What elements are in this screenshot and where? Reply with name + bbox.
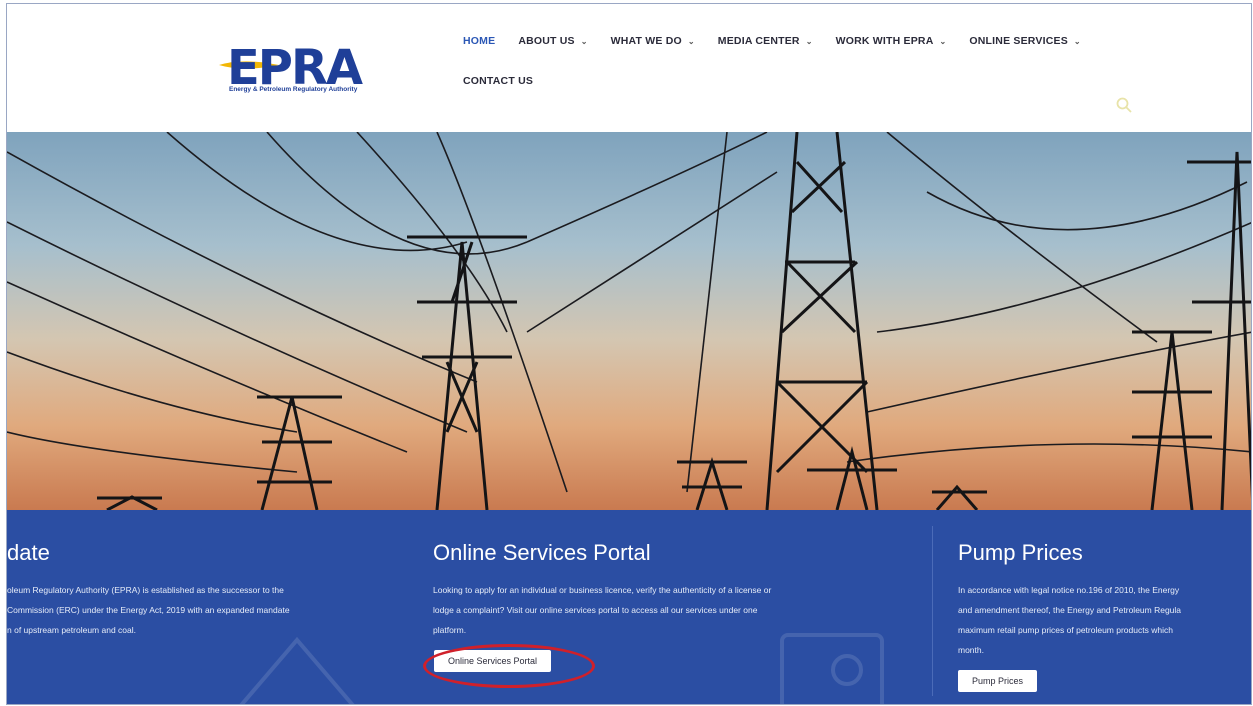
chevron-down-icon: ⌄ bbox=[1073, 36, 1081, 46]
online-services-title: Online Services Portal bbox=[433, 540, 651, 565]
nav-row-2: CONTACT US bbox=[463, 70, 1163, 92]
mandate-title: date bbox=[7, 540, 50, 565]
logo-subtitle: Energy & Petroleum Regulatory Authority bbox=[229, 86, 358, 93]
chevron-down-icon: ⌄ bbox=[805, 36, 813, 46]
nav-item-home[interactable]: HOME bbox=[463, 35, 495, 47]
nav-label: ABOUT US bbox=[518, 35, 575, 47]
pump-prices-line: and amendment thereof, the Energy and Pe… bbox=[958, 605, 1182, 615]
annotation-highlight-ellipse bbox=[423, 644, 595, 688]
nav-item-online-services[interactable]: ONLINE SERVICES ⌄ bbox=[969, 35, 1080, 47]
nav-label: HOME bbox=[463, 35, 496, 47]
online-services-line: lodge a complaint? Visit our online serv… bbox=[433, 605, 758, 615]
pump-prices-section: Pump Prices In accordance with legal not… bbox=[958, 540, 1181, 692]
column-divider bbox=[932, 526, 933, 696]
online-services-line: platform. bbox=[433, 625, 467, 635]
house-watermark-icon bbox=[239, 636, 355, 704]
pump-prices-button[interactable]: Pump Prices bbox=[958, 670, 1038, 692]
nav-row-1: HOME ABOUT US ⌄ WHAT WE DO ⌄ MEDIA CENTE… bbox=[463, 30, 1163, 52]
nav-label: WHAT WE DO bbox=[610, 35, 682, 47]
nav-label: CONTACT US bbox=[463, 75, 534, 87]
browser-frame: EPRA Energy & Petroleum Regulatory Autho… bbox=[6, 3, 1252, 705]
chevron-down-icon: ⌄ bbox=[580, 36, 588, 46]
search-icon[interactable] bbox=[1115, 96, 1133, 114]
nav-label: MEDIA CENTER bbox=[717, 35, 800, 47]
pump-prices-line: maximum retail pump prices of petroleum … bbox=[958, 625, 1173, 635]
mandate-section: date oleum Regulatory Authority (EPRA) i… bbox=[7, 540, 290, 640]
main-nav: HOME ABOUT US ⌄ WHAT WE DO ⌄ MEDIA CENTE… bbox=[463, 30, 1163, 110]
pump-prices-line: In accordance with legal notice no.196 o… bbox=[958, 585, 1180, 595]
nav-item-media-center[interactable]: MEDIA CENTER ⌄ bbox=[718, 35, 813, 47]
mandate-line: oleum Regulatory Authority (EPRA) is est… bbox=[7, 585, 284, 595]
nav-item-about-us[interactable]: ABOUT US ⌄ bbox=[518, 35, 587, 47]
document-watermark-icon bbox=[780, 633, 884, 704]
nav-label: WORK WITH EPRA bbox=[835, 35, 934, 47]
pump-prices-line: month. bbox=[958, 645, 984, 655]
chevron-down-icon: ⌄ bbox=[687, 36, 695, 46]
nav-label: ONLINE SERVICES bbox=[969, 35, 1068, 47]
hero-banner-image bbox=[7, 132, 1251, 510]
info-band: date oleum Regulatory Authority (EPRA) i… bbox=[7, 510, 1251, 704]
site-header: EPRA Energy & Petroleum Regulatory Autho… bbox=[7, 4, 1251, 132]
online-services-line: Looking to apply for an individual or bu… bbox=[433, 585, 772, 595]
nav-item-work-with-epra[interactable]: WORK WITH EPRA ⌄ bbox=[836, 35, 947, 47]
mandate-line: Commission (ERC) under the Energy Act, 2… bbox=[7, 605, 290, 615]
pump-prices-title: Pump Prices bbox=[958, 540, 1083, 565]
nav-item-contact-us[interactable]: CONTACT US bbox=[463, 75, 533, 87]
nav-item-what-we-do[interactable]: WHAT WE DO ⌄ bbox=[611, 35, 695, 47]
power-lines-illustration bbox=[7, 132, 1251, 510]
epra-logo[interactable]: EPRA Energy & Petroleum Regulatory Autho… bbox=[219, 40, 419, 98]
chevron-down-icon: ⌄ bbox=[939, 36, 947, 46]
